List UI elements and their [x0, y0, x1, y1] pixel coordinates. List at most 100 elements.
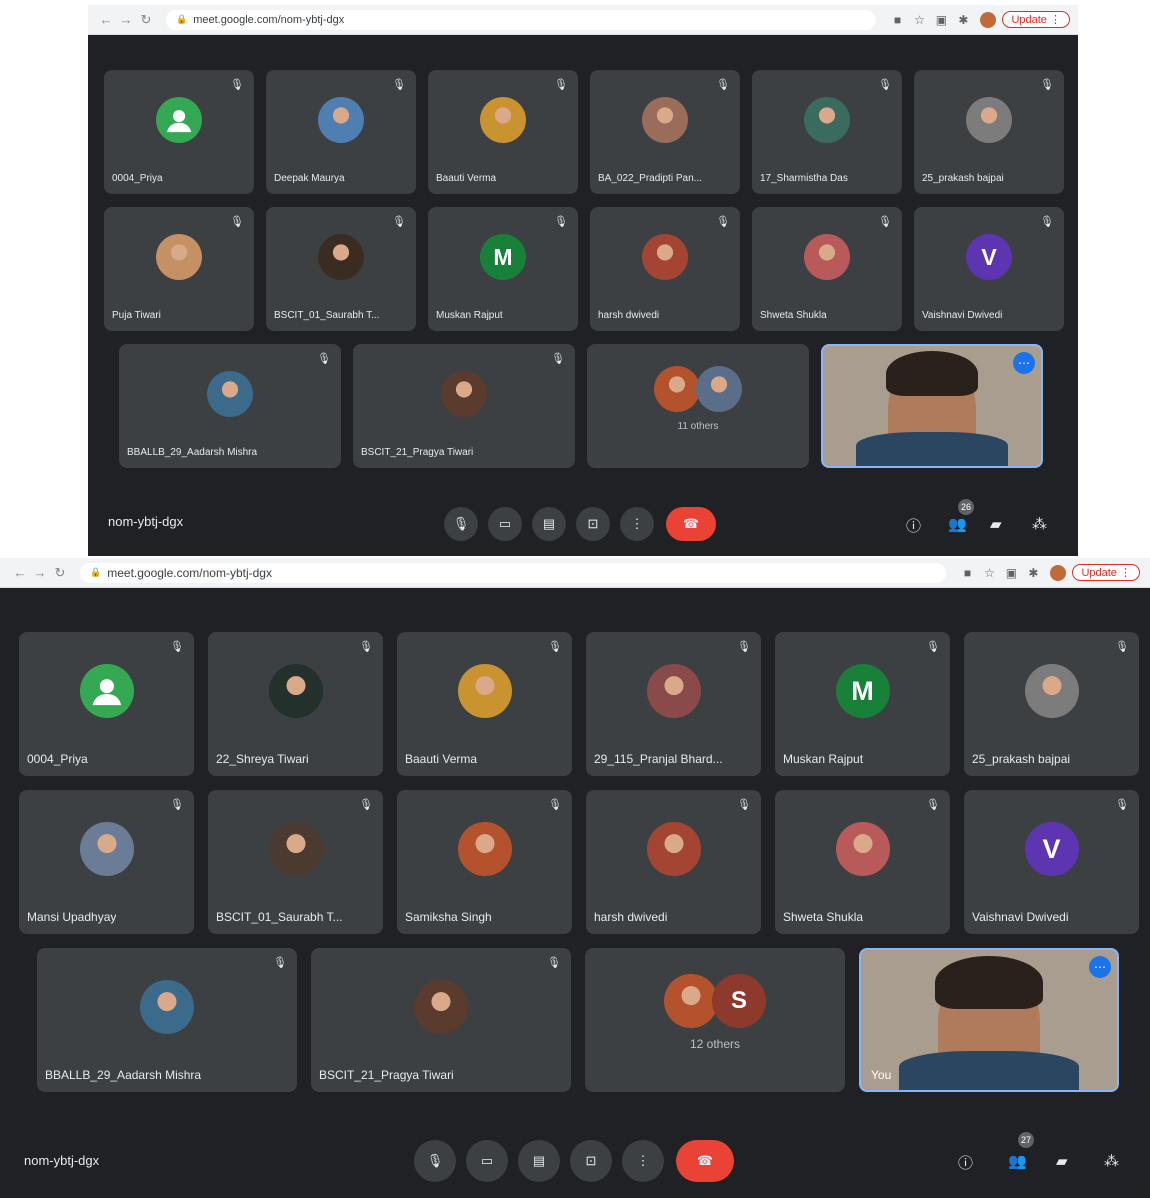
- participant-tile[interactable]: 🎙 harsh dwivedi: [590, 207, 740, 331]
- participant-name: Muskan Rajput: [436, 310, 503, 321]
- participant-tile[interactable]: 🎙 17_Sharmistha Das: [752, 70, 902, 194]
- muted-mic-icon: 🎙: [230, 79, 244, 91]
- profile-photo-avatar: [414, 980, 468, 1034]
- participant-tile[interactable]: 🎙 Mansi Upadhyay: [19, 790, 194, 934]
- participant-tile[interactable]: 🎙 BBALLB_29_Aadarsh Mishra: [119, 344, 341, 468]
- participant-name: BSCIT_21_Pragya Tiwari: [361, 447, 474, 458]
- participant-grid: 🎙 0004_Priya 🎙 Deepak Maurya 🎙 Baauti Verma 🎙 B…: [88, 5, 1078, 556]
- camera-button[interactable]: ▭: [466, 1140, 508, 1182]
- participant-name: Muskan Rajput: [783, 752, 864, 766]
- participant-tile[interactable]: 🎙 M Muskan Rajput: [775, 632, 950, 776]
- muted-mic-icon: 🎙: [273, 957, 287, 969]
- participant-tile[interactable]: 🎙 25_prakash bajpai: [964, 632, 1139, 776]
- participant-name: BBALLB_29_Aadarsh Mishra: [45, 1068, 202, 1082]
- meeting-code: nom-ybtj-dgx: [24, 1153, 100, 1168]
- participant-name: Vaishnavi Dwivedi: [972, 910, 1069, 924]
- profile-photo-avatar: [646, 664, 701, 718]
- participant-tile[interactable]: 🎙 BSCIT_21_Pragya Tiwari: [311, 948, 571, 1092]
- participant-name: harsh dwivedi: [598, 310, 660, 321]
- more-options-icon[interactable]: ⋯: [1089, 956, 1111, 978]
- info-icon[interactable]: ⓘ: [906, 515, 921, 536]
- muted-mic-icon: 🎙: [170, 799, 184, 811]
- participant-tile[interactable]: 🎙 V Vaishnavi Dwivedi: [914, 207, 1064, 331]
- self-video-tile[interactable]: ⋯ You: [859, 948, 1119, 1092]
- present-button[interactable]: ⊡: [576, 507, 610, 541]
- participant-tile[interactable]: 🎙 22_Shreya Tiwari: [208, 632, 383, 776]
- muted-mic-icon: 🎙: [554, 216, 568, 228]
- people-icon[interactable]: 👥: [1008, 1152, 1027, 1170]
- activities-icon[interactable]: ⁂: [1104, 1152, 1119, 1170]
- people-icon[interactable]: 👥: [948, 515, 967, 533]
- leave-call-button[interactable]: ☎: [676, 1140, 734, 1182]
- muted-mic-icon: 🎙: [737, 799, 751, 811]
- muted-mic-icon: 🎙: [392, 79, 406, 91]
- more-options-button[interactable]: ⋮: [620, 507, 654, 541]
- participant-tile[interactable]: 🎙 Puja Tiwari: [104, 207, 254, 331]
- profile-photo-avatar: [804, 97, 850, 143]
- participant-name: Baauti Verma: [436, 173, 497, 184]
- participant-tile[interactable]: 🎙 Deepak Maurya: [266, 70, 416, 194]
- participant-name: 29_115_Pranjal Bhard...: [594, 752, 723, 766]
- participant-tile[interactable]: 🎙 M Muskan Rajput: [428, 207, 578, 331]
- leave-call-button[interactable]: ☎: [666, 507, 716, 541]
- captions-button[interactable]: ▤: [532, 507, 566, 541]
- participant-name: harsh dwivedi: [594, 910, 668, 924]
- profile-photo-avatar: [441, 371, 487, 417]
- participant-tile[interactable]: 🎙 V Vaishnavi Dwivedi: [964, 790, 1139, 934]
- info-icon[interactable]: ⓘ: [958, 1152, 973, 1173]
- others-tile[interactable]: 11 others: [587, 344, 809, 468]
- muted-mic-icon: 🎙: [926, 799, 940, 811]
- self-video-coat: [899, 1050, 1079, 1090]
- chat-icon[interactable]: ▰: [990, 515, 1002, 533]
- profile-photo-avatar: [696, 366, 742, 412]
- muted-mic-icon: 🎙: [359, 641, 373, 653]
- participant-tile[interactable]: 🎙 0004_Priya: [19, 632, 194, 776]
- more-options-icon[interactable]: ⋯: [1013, 352, 1035, 374]
- profile-photo-avatar: [804, 234, 850, 280]
- more-options-button[interactable]: ⋮: [622, 1140, 664, 1182]
- captions-button[interactable]: ▤: [518, 1140, 560, 1182]
- muted-mic-icon: 🎙: [737, 641, 751, 653]
- muted-mic-icon: 🎙: [547, 957, 561, 969]
- participant-name: 0004_Priya: [27, 752, 88, 766]
- participant-tile[interactable]: 🎙 Shweta Shukla: [775, 790, 950, 934]
- muted-mic-icon: 🎙: [230, 216, 244, 228]
- muted-mic-icon: 🎙: [548, 641, 562, 653]
- participant-tile[interactable]: 🎙 Baauti Verma: [428, 70, 578, 194]
- self-video-hair: [935, 955, 1043, 1009]
- person-icon: [156, 97, 202, 143]
- profile-photo-avatar: [268, 664, 323, 718]
- participant-tile[interactable]: 🎙 25_prakash bajpai: [914, 70, 1064, 194]
- mic-button[interactable]: 🎙: [414, 1140, 456, 1182]
- participant-name: Puja Tiwari: [112, 310, 161, 321]
- chat-icon[interactable]: ▰: [1056, 1152, 1068, 1170]
- others-tile[interactable]: S 12 others: [585, 948, 845, 1092]
- meet-screenshot-1: ← → ↻ 🔒 meet.google.com/nom-ybtj-dgx ■ ☆…: [88, 5, 1078, 556]
- participant-tile[interactable]: 🎙 harsh dwivedi: [586, 790, 761, 934]
- participant-tile[interactable]: 🎙 Baauti Verma: [397, 632, 572, 776]
- letter-avatar: M: [480, 234, 526, 280]
- participant-tile[interactable]: 🎙 BSCIT_01_Saurabh T...: [266, 207, 416, 331]
- profile-photo-avatar: [642, 234, 688, 280]
- mic-button[interactable]: 🎙: [444, 507, 478, 541]
- self-video-tile[interactable]: ⋯: [821, 344, 1043, 468]
- present-button[interactable]: ⊡: [570, 1140, 612, 1182]
- participant-tile[interactable]: 🎙 BBALLB_29_Aadarsh Mishra: [37, 948, 297, 1092]
- profile-photo-avatar: [646, 822, 701, 876]
- participant-tile[interactable]: 🎙 Shweta Shukla: [752, 207, 902, 331]
- profile-photo-avatar: [654, 366, 700, 412]
- participant-tile[interactable]: 🎙 BA_022_Pradipti Pan...: [590, 70, 740, 194]
- participant-tile[interactable]: 🎙 BSCIT_01_Saurabh T...: [208, 790, 383, 934]
- participant-grid: 🎙 0004_Priya 🎙 22_Shreya Tiwari 🎙 Baauti Verm…: [0, 558, 1150, 1198]
- meet-screenshot-2: ← → ↻ 🔒 meet.google.com/nom-ybtj-dgx ■ ☆…: [0, 558, 1150, 1198]
- participant-name: BBALLB_29_Aadarsh Mishra: [127, 447, 258, 458]
- activities-icon[interactable]: ⁂: [1032, 515, 1047, 533]
- participant-tile[interactable]: 🎙 Samiksha Singh: [397, 790, 572, 934]
- camera-button[interactable]: ▭: [488, 507, 522, 541]
- muted-mic-icon: 🎙: [1115, 641, 1129, 653]
- muted-mic-icon: 🎙: [878, 79, 892, 91]
- participant-tile[interactable]: 🎙 29_115_Pranjal Bhard...: [586, 632, 761, 776]
- participant-tile[interactable]: 🎙 0004_Priya: [104, 70, 254, 194]
- participant-tile[interactable]: 🎙 BSCIT_21_Pragya Tiwari: [353, 344, 575, 468]
- muted-mic-icon: 🎙: [548, 799, 562, 811]
